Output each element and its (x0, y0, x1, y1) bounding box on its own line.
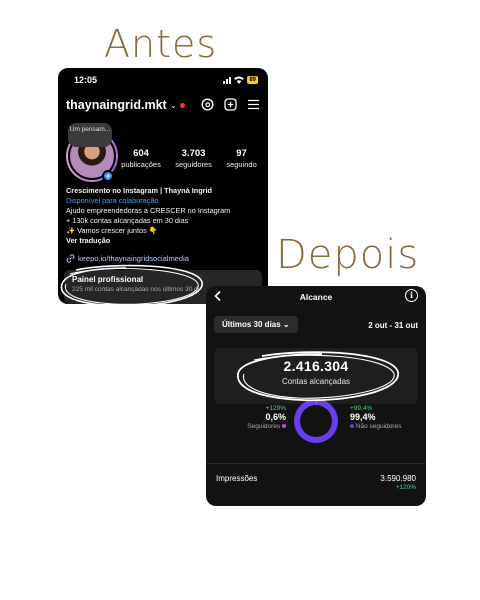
profile-stats: 604 publicações 3.703 seguidores 97 segu… (114, 148, 264, 169)
after-heading: Depois (276, 232, 420, 278)
followers-label: Seguidores (247, 423, 281, 430)
info-icon[interactable]: i (405, 289, 418, 302)
external-link-text: keepo.io/thaynaingridsocialmedia (78, 254, 189, 263)
profile-header: thaynaingrid.mkt ⌄ (66, 98, 260, 114)
non-followers-legend-dot (350, 424, 354, 429)
bio-line: Ajudo empreendedoras a CRESCER no Instag… (66, 206, 231, 215)
non-followers-breakdown: +99,4% 99,4% Não seguidores (350, 404, 420, 431)
wifi-icon (234, 76, 245, 84)
followers-breakdown: +129% 0,6% Seguidores (236, 404, 286, 431)
link-icon (66, 254, 75, 263)
chevron-down-icon[interactable]: ⌄ (170, 101, 177, 110)
profile-bio: Crescimento no Instagram | Thayná Ingrid… (66, 186, 262, 246)
stat-followers[interactable]: 3.703 seguidores (175, 148, 212, 169)
stat-posts[interactable]: 604 publicações (121, 148, 161, 169)
panel-title: Painel profissional (72, 275, 144, 284)
bio-line: + 130k contas alcançadas em 30 dias (66, 216, 189, 225)
insights-header: Alcance i (206, 286, 426, 308)
add-post-icon[interactable] (224, 98, 237, 111)
page-title: Alcance (299, 292, 333, 302)
accounts-reached-label: Contas alcançadas (281, 377, 351, 386)
username[interactable]: thaynaingrid.mkt (66, 98, 167, 112)
notification-dot (180, 103, 185, 108)
translate-link[interactable]: Ver tradução (66, 236, 262, 246)
non-followers-percent: 99,4% (350, 412, 376, 422)
profile-name: Crescimento no Instagram | Thayná Ingrid (66, 186, 212, 195)
followers-legend-dot (282, 424, 286, 429)
date-range-dropdown[interactable]: Últimos 30 dias ⌄ (214, 316, 298, 333)
note-bubble[interactable]: Um pensam... (68, 123, 112, 147)
reach-summary: 2.416.304 Contas alcançadas (214, 348, 418, 404)
signal-icon (223, 76, 232, 84)
add-story-icon[interactable]: + (102, 170, 114, 182)
threads-icon[interactable] (201, 98, 214, 111)
profile-screenshot: 12:05 89 thaynaingrid.mkt ⌄ Um pensam...… (58, 68, 268, 304)
divider (206, 463, 426, 464)
date-range-label: 2 out - 31 out (368, 321, 418, 330)
impressions-change: +120% (395, 484, 416, 491)
impressions-value: 3.590.980 (380, 474, 416, 483)
bio-line: ✨ Vamos crescer juntos 👇 (66, 226, 158, 235)
external-link[interactable]: keepo.io/thaynaingridsocialmedia (66, 254, 189, 263)
status-time: 12:05 (74, 75, 98, 85)
before-heading: Antes (104, 22, 218, 66)
stat-following[interactable]: 97 seguindo (226, 148, 256, 169)
impressions-label: Impressões (216, 474, 258, 483)
status-bar: 12:05 89 (58, 75, 268, 87)
accounts-reached-value: 2.416.304 (283, 358, 349, 374)
audience-donut-chart (294, 399, 338, 443)
availability-link[interactable]: Disponível para colaboração (66, 196, 262, 206)
non-followers-label: Não seguidores (355, 423, 402, 430)
followers-percent: 0,6% (265, 412, 286, 422)
menu-icon[interactable] (247, 98, 260, 111)
battery-icon: 89 (247, 76, 258, 84)
reach-insights-screenshot: Alcance i Últimos 30 dias ⌄ 2 out - 31 o… (206, 286, 426, 506)
